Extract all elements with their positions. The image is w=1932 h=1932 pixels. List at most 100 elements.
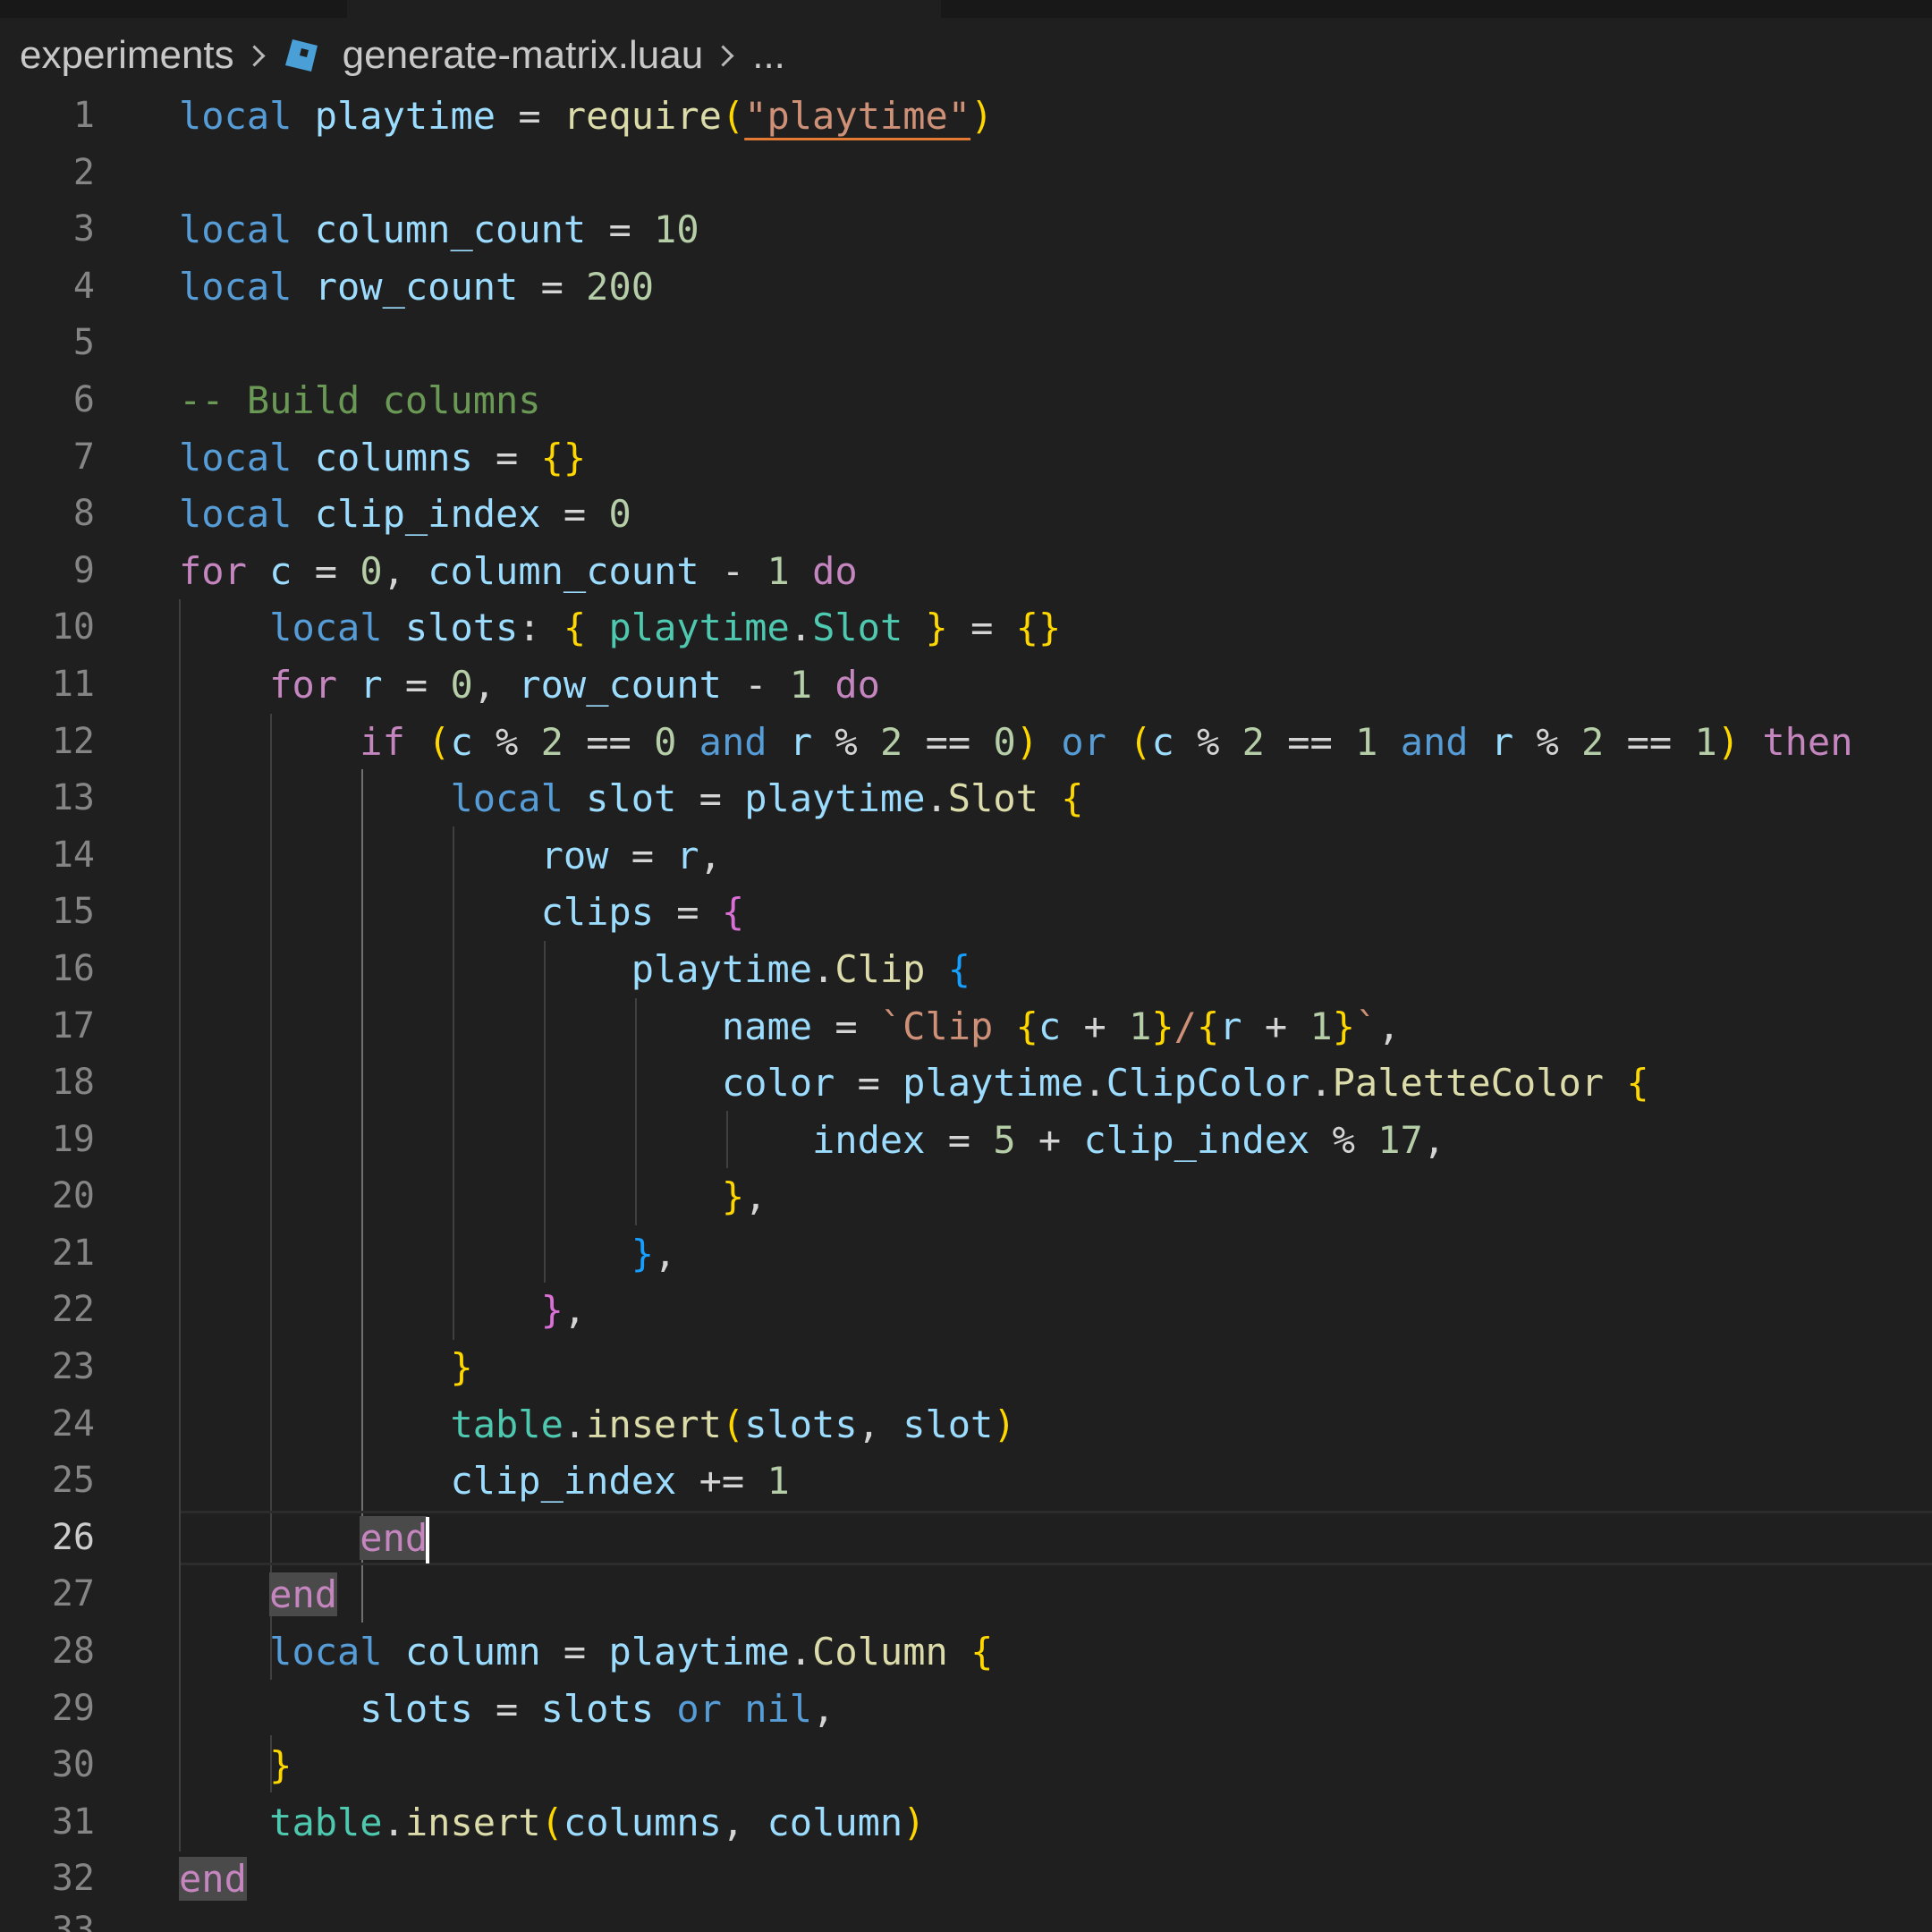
line-number: 33 <box>51 1910 95 1932</box>
line-number: 22 <box>51 1289 95 1331</box>
line-number: 27 <box>51 1573 95 1615</box>
breadcrumb-more[interactable]: ... <box>752 33 785 78</box>
code-line: 29 slots = slots or nil, <box>0 1681 1932 1738</box>
line-number: 14 <box>51 834 95 876</box>
code-text[interactable]: end <box>179 1851 247 1908</box>
luau-file-icon <box>284 39 318 72</box>
chevron-right-icon <box>243 44 266 67</box>
code-text[interactable]: local row_count = 200 <box>179 258 654 316</box>
code-line: 30 } <box>0 1737 1932 1794</box>
code-text[interactable]: clips = { <box>179 884 745 941</box>
line-number: 20 <box>51 1175 95 1217</box>
line-number: 26 <box>51 1516 95 1558</box>
line-number: 12 <box>51 720 95 762</box>
code-line: 2 <box>0 145 1932 202</box>
line-number: 6 <box>72 378 95 420</box>
code-comment[interactable]: -- Build columns <box>179 372 541 429</box>
code-editor[interactable]: 1 local playtime = require("playtime") 2 … <box>0 88 1932 1908</box>
line-number: 18 <box>51 1062 95 1104</box>
line-number: 7 <box>72 436 95 478</box>
line-number: 15 <box>51 891 95 933</box>
active-tab[interactable] <box>347 0 941 18</box>
code-text[interactable]: } <box>179 1737 292 1794</box>
code-text[interactable]: row = r, <box>179 827 722 885</box>
line-number: 31 <box>51 1801 95 1843</box>
line-number: 5 <box>72 322 95 364</box>
code-line: 14 row = r, <box>0 827 1932 885</box>
code-line: 18 color = playtime.ClipColor.PaletteCol… <box>0 1055 1932 1112</box>
code-text[interactable]: index = 5 + clip_index % 17, <box>179 1112 1445 1169</box>
line-number: 11 <box>51 663 95 705</box>
code-line: 13 local slot = playtime.Slot { <box>0 770 1932 827</box>
code-line: 3 local column_count = 10 <box>0 201 1932 258</box>
code-text[interactable]: if (c % 2 == 0 and r % 2 == 0) or (c % 2… <box>179 714 1852 771</box>
code-text[interactable]: slots = slots or nil, <box>179 1681 835 1738</box>
line-number: 23 <box>51 1346 95 1388</box>
code-text[interactable]: end <box>179 1510 430 1567</box>
code-line: 25 clip_index += 1 <box>0 1453 1932 1510</box>
code-text[interactable]: }, <box>179 1168 767 1225</box>
code-line: 6 -- Build columns <box>0 372 1932 429</box>
code-line: 12 if (c % 2 == 0 and r % 2 == 0) or (c … <box>0 714 1932 771</box>
code-text[interactable]: table.insert(columns, column) <box>179 1794 925 1852</box>
code-text[interactable]: local columns = {} <box>179 429 586 487</box>
line-number: 8 <box>72 493 95 535</box>
chevron-right-icon <box>712 44 734 67</box>
code-text[interactable]: table.insert(slots, slot) <box>179 1396 1015 1453</box>
line-number: 28 <box>51 1631 95 1673</box>
code-line: 32 end <box>0 1851 1932 1908</box>
code-line: 22 }, <box>0 1282 1932 1339</box>
code-line: 1 local playtime = require("playtime") <box>0 88 1932 145</box>
line-number: 30 <box>51 1744 95 1786</box>
line-number: 32 <box>51 1858 95 1900</box>
breadcrumb-file[interactable]: generate-matrix.luau <box>343 33 704 78</box>
code-text[interactable]: local slot = playtime.Slot { <box>179 770 1083 827</box>
code-line: 4 local row_count = 200 <box>0 258 1932 316</box>
code-line: 19 index = 5 + clip_index % 17, <box>0 1112 1932 1169</box>
code-text[interactable]: for r = 0, row_count - 1 do <box>179 657 880 714</box>
code-line: 28 local column = playtime.Column { <box>0 1623 1932 1681</box>
code-text[interactable]: end <box>179 1566 338 1623</box>
text-cursor <box>426 1517 430 1564</box>
line-number: 19 <box>51 1118 95 1160</box>
code-text[interactable]: for c = 0, column_count - 1 do <box>179 543 858 600</box>
line-number: 3 <box>72 208 95 250</box>
code-text[interactable]: local clip_index = 0 <box>179 486 631 543</box>
code-text[interactable]: }, <box>179 1282 587 1339</box>
code-line: 5 <box>0 315 1932 372</box>
line-number: 9 <box>72 549 95 591</box>
code-line-current: 26 end <box>0 1510 1932 1567</box>
code-line: 8 local clip_index = 0 <box>0 486 1932 543</box>
line-number: 1 <box>72 95 95 136</box>
code-text[interactable]: local slots: { playtime.Slot } = {} <box>179 599 1061 657</box>
line-number: 17 <box>51 1004 95 1046</box>
code-line: 9 for c = 0, column_count - 1 do <box>0 543 1932 600</box>
line-number: 29 <box>51 1687 95 1729</box>
code-line: 20 }, <box>0 1168 1932 1225</box>
breadcrumb-folder[interactable]: experiments <box>20 33 234 78</box>
code-line: 11 for r = 0, row_count - 1 do <box>0 657 1932 714</box>
code-text[interactable]: clip_index += 1 <box>179 1453 789 1510</box>
code-text[interactable]: local playtime = require("playtime") <box>179 88 993 145</box>
line-number: 25 <box>51 1460 95 1502</box>
code-text[interactable]: }, <box>179 1225 677 1283</box>
line-number: 16 <box>51 947 95 989</box>
code-text[interactable]: name = `Clip {c + 1}/{r + 1}`, <box>179 998 1401 1055</box>
line-number: 21 <box>51 1232 95 1274</box>
code-text[interactable]: playtime.Clip { <box>179 941 970 998</box>
line-number: 4 <box>72 265 95 307</box>
code-line: 15 clips = { <box>0 884 1932 941</box>
code-text[interactable]: } <box>179 1339 472 1396</box>
code-line: 24 table.insert(slots, slot) <box>0 1396 1932 1453</box>
tab-strip <box>0 0 1932 18</box>
code-text[interactable]: color = playtime.ClipColor.PaletteColor … <box>179 1055 1649 1112</box>
code-text[interactable]: local column = playtime.Column { <box>179 1623 993 1681</box>
code-line: 23 } <box>0 1339 1932 1396</box>
breadcrumb: experiments generate-matrix.luau ... <box>20 29 785 82</box>
line-number: 13 <box>51 777 95 819</box>
code-line: 17 name = `Clip {c + 1}/{r + 1}`, <box>0 998 1932 1055</box>
line-number: 24 <box>51 1402 95 1445</box>
code-text[interactable]: local column_count = 10 <box>179 201 699 258</box>
line-number: 10 <box>51 606 95 648</box>
code-line: 16 playtime.Clip { <box>0 941 1932 998</box>
